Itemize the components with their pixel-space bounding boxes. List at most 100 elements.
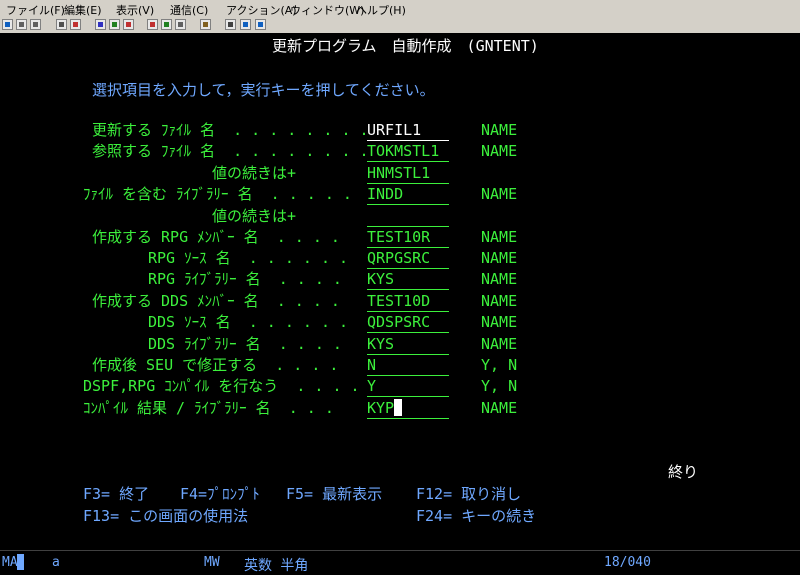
menu-edit[interactable]: 編集(E) [64, 2, 102, 18]
input-value: Y [367, 377, 377, 395]
field-label: RPG ｿｰｽ 名 . . . . . . [148, 249, 349, 267]
field-hint: NAME [481, 335, 518, 353]
status-cursor-position: 18/040 [604, 555, 651, 570]
screen-icon[interactable] [2, 19, 13, 30]
field-label: 値の続きは+ [212, 164, 297, 182]
status-mode: MA [2, 555, 18, 570]
record-icon[interactable] [123, 19, 134, 30]
stop-icon[interactable] [147, 19, 158, 30]
field-hint: NAME [481, 270, 518, 288]
field-hint: NAME [481, 249, 518, 267]
input-value: KYS [367, 270, 395, 288]
receive-icon[interactable] [95, 19, 106, 30]
toolbar [0, 17, 800, 34]
macro-icon-glyph [112, 22, 117, 27]
screen-icon-glyph [5, 22, 10, 27]
input-field[interactable]: QRPGSRC [367, 249, 449, 269]
input-field[interactable]: KYS [367, 335, 449, 355]
input-field[interactable]: KYS [367, 270, 449, 290]
field-label: DSPF,RPG ｺﾝﾊﾟｲﾙ を行なう . . . . [83, 377, 360, 395]
menu-bar: ファイル(F) 編集(E) 表示(V) 通信(C) アクション(A) ウィンドウ… [0, 0, 800, 17]
record-icon-glyph [126, 22, 131, 27]
menu-window[interactable]: ウィンドウ(W) [290, 2, 364, 18]
receive-icon-glyph [98, 22, 103, 27]
send-icon[interactable] [70, 19, 81, 30]
menu-action[interactable]: アクション(A) [226, 2, 297, 18]
fkey-f4[interactable]: F4=ﾌﾟﾛﾝﾌﾟﾄ [180, 485, 260, 503]
input-field[interactable]: HNMSTL1 [367, 164, 449, 184]
field-hint: Y, N [481, 377, 518, 395]
input-value: HNMSTL1 [367, 164, 431, 182]
menu-help[interactable]: ヘルプ(H) [356, 2, 406, 18]
menu-file[interactable]: ファイル(F) [6, 2, 65, 18]
field-hint: NAME [481, 142, 518, 160]
field-hint: NAME [481, 313, 518, 331]
input-field[interactable]: TOKMSTL1 [367, 142, 449, 162]
status-input-mode: 英数 半角 [244, 558, 309, 574]
document-icon-glyph [228, 22, 233, 27]
input-value: KYP [367, 399, 395, 417]
input-field[interactable]: KYP [367, 399, 449, 419]
field-hint: NAME [481, 121, 518, 139]
fkey-f13[interactable]: F13= この画面の使用法 [83, 507, 248, 525]
field-hint: NAME [481, 399, 518, 417]
play-icon[interactable] [161, 19, 172, 30]
paste-icon-glyph [33, 22, 38, 27]
fkey-f12[interactable]: F12= 取り消し [416, 485, 521, 503]
terminal-screen: 更新プログラム 自動作成 (GNTENT) 選択項目を入力して，実行キーを押して… [0, 33, 800, 550]
fkey-f3[interactable]: F3= 終了 [83, 485, 149, 503]
keypad-icon-glyph [178, 22, 183, 27]
page-title: 更新プログラム 自動作成 (GNTENT) [272, 37, 539, 55]
settings-icon[interactable] [200, 19, 211, 30]
field-label: 作成する DDS ﾒﾝﾊﾞｰ 名 . . . . [92, 292, 340, 310]
document-icon[interactable] [225, 19, 236, 30]
field-hint: NAME [481, 292, 518, 310]
input-value: TEST10R [367, 228, 431, 246]
input-field[interactable]: TEST10D [367, 292, 449, 312]
field-label: 値の続きは+ [212, 207, 297, 225]
copy-icon-glyph [19, 22, 24, 27]
input-field[interactable]: INDD [367, 185, 449, 205]
field-label: 参照する ﾌｧｲﾙ 名 . . . . . . . . [92, 142, 369, 160]
status-bar: MA a MW 英数 半角 18/040 [0, 550, 800, 575]
settings-icon-glyph [203, 22, 208, 27]
field-label: 更新する ﾌｧｲﾙ 名 . . . . . . . . [92, 121, 369, 139]
input-field[interactable]: URFIL1 [367, 121, 449, 141]
help-icon-glyph [258, 22, 263, 27]
field-label: 作成する RPG ﾒﾝﾊﾞｰ 名 . . . . [92, 228, 340, 246]
fkey-f24[interactable]: F24= キーの続き [416, 507, 536, 525]
input-field[interactable]: Y [367, 377, 449, 397]
paste-icon[interactable] [30, 19, 41, 30]
status-cursor-block [17, 554, 24, 570]
keypad-icon[interactable] [175, 19, 186, 30]
macro-icon[interactable] [109, 19, 120, 30]
copy-icon[interactable] [16, 19, 27, 30]
input-field[interactable]: N [367, 356, 449, 376]
print-icon-glyph [59, 22, 64, 27]
status-session: a [52, 555, 60, 570]
menu-view[interactable]: 表示(V) [116, 2, 154, 18]
instruction-text: 選択項目を入力して，実行キーを押してください。 [92, 81, 435, 99]
status-mw: MW [204, 555, 220, 570]
fkey-f5[interactable]: F5= 最新表示 [286, 485, 382, 503]
field-label: DDS ﾗｲﾌﾞﾗﾘｰ 名 . . . . [148, 335, 342, 353]
globe-icon[interactable] [240, 19, 251, 30]
help-icon[interactable] [255, 19, 266, 30]
menu-communication[interactable]: 通信(C) [170, 2, 208, 18]
field-hint: Y, N [481, 356, 518, 374]
print-icon[interactable] [56, 19, 67, 30]
input-field[interactable]: QDSPSRC [367, 313, 449, 333]
stop-icon-glyph [150, 22, 155, 27]
input-value: KYS [367, 335, 395, 353]
more-indicator: 終り [668, 463, 699, 481]
field-hint: NAME [481, 228, 518, 246]
send-icon-glyph [73, 22, 78, 27]
input-value: TOKMSTL1 [367, 142, 440, 160]
input-field[interactable] [367, 207, 449, 227]
input-value: TEST10D [367, 292, 431, 310]
input-value: QDSPSRC [367, 313, 431, 331]
field-label: DDS ｿｰｽ 名 . . . . . . [148, 313, 349, 331]
input-value: INDD [367, 185, 404, 203]
field-label: ｺﾝﾊﾟｲﾙ 結果 / ﾗｲﾌﾞﾗﾘｰ 名 . . . [83, 399, 334, 417]
input-field[interactable]: TEST10R [367, 228, 449, 248]
